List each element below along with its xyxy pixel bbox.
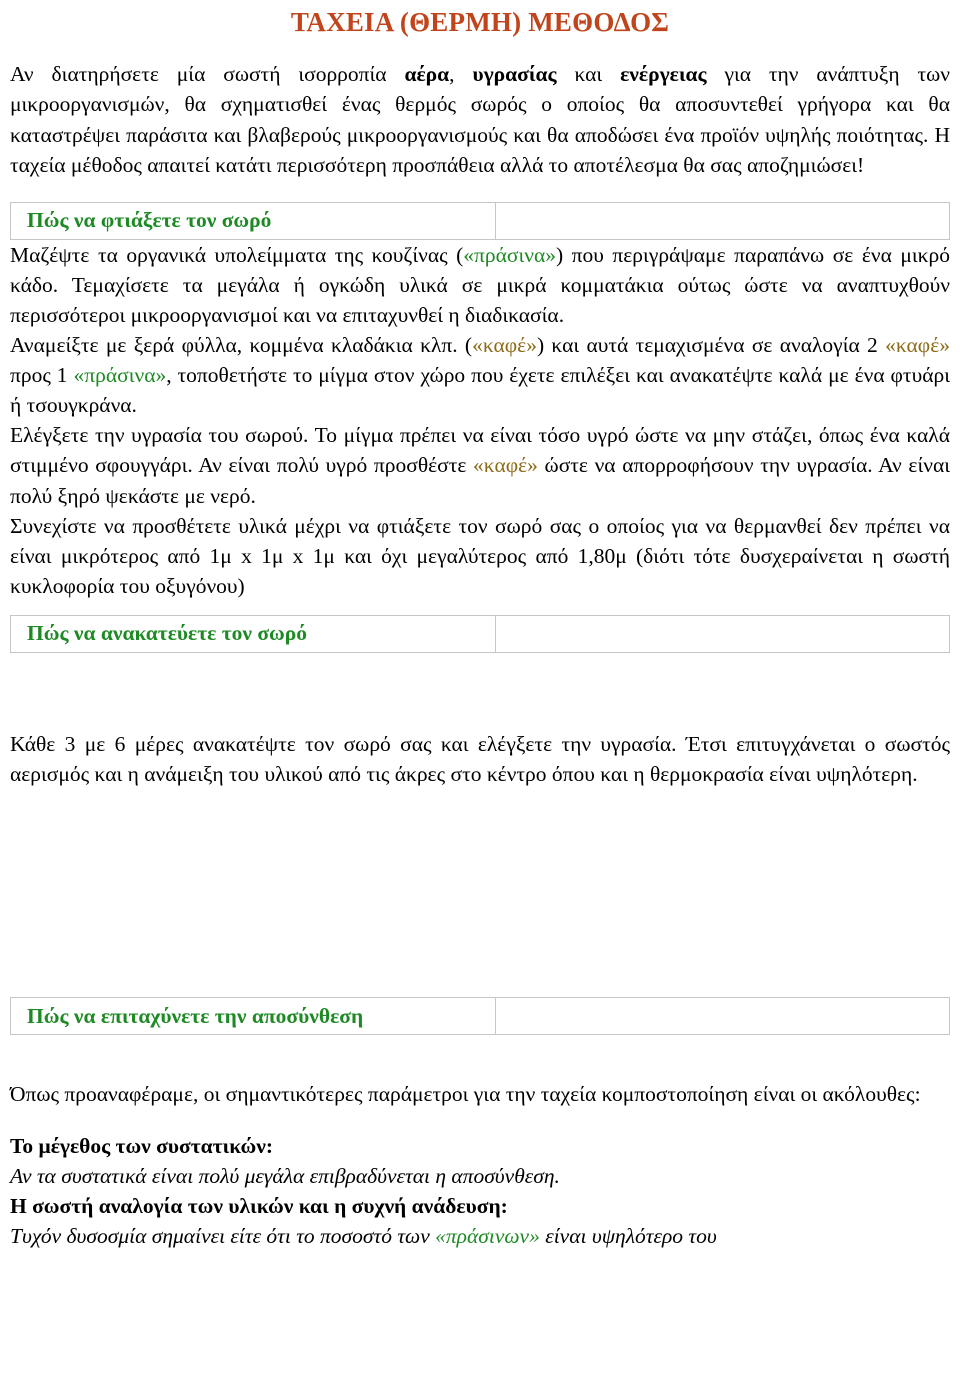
section-1-paragraph-3: Ελέγξετε την υγρασία του σωρού. Το μίγμα… [10,420,950,510]
intro-text-part2: , [449,62,473,87]
section-heading-empty-cell-3 [495,997,950,1036]
section-1-paragraph-1: Μαζέψτε τα οργανικά υπολείμματα της κουζ… [10,240,950,330]
section-heading-1: Πώς να φτιάξετε τον σωρό [27,208,272,233]
section-heading-2: Πώς να ανακατεύετε τον σωρό [27,621,308,646]
item-2-text-b: είναι υψηλότερο του [539,1224,717,1249]
section-heading-empty-cell-2 [495,614,950,653]
section-1-paragraph-4: Συνεχίστε να προσθέτετε υλικά μέχρι να φ… [10,513,950,598]
item-1-title: Το μέγεθος των συστατικών: [10,1134,273,1159]
spacer-before-section-1 [0,180,960,202]
s1p3-brown-kafe: «καφέ» [473,453,538,478]
table-row: Πώς να φτιάξετε τον σωρό [10,201,950,240]
section-heading-cell-1: Πώς να φτιάξετε τον σωρό [10,201,496,240]
page-title: ΤΑΧΕΙΑ (ΘΕΡΜΗ) ΜΕΘΟΔΟΣ [290,7,670,37]
section-3-paragraph-1: Όπως προαναφέραμε, οι σημαντικότερες παρ… [10,1082,921,1107]
section-heading-empty-cell-1 [495,201,950,240]
intro-paragraph: Αν διατηρήσετε μία σωστή ισορροπία αέρα,… [10,59,950,179]
item-1-text: Αν τα συστατικά είναι πολύ μεγάλα επιβρα… [10,1164,560,1189]
section-heading-cell-3: Πώς να επιταχύνετε την αποσύνθεση [10,997,496,1036]
s1p2-text-c: προς 1 [10,363,74,388]
item-2-green-prasinon: «πράσινων» [435,1224,540,1249]
spacer-after-section-3-heading [0,1035,960,1079]
section-2-paragraph-1: Κάθε 3 με 6 μέρες ανακατέψτε τον σωρό σα… [10,731,950,786]
section-3-items: Το μέγεθος των συστατικών: Αν τα συστατι… [10,1131,950,1251]
section-1-paragraph-2: Αναμείξτε με ξερά φύλλα, κομμένα κλαδάκι… [10,330,950,420]
item-2-text: Τυχόν δυσοσμία σημαίνει είτε ότι το ποσο… [10,1221,950,1251]
item-2-text-a: Τυχόν δυσοσμία σημαίνει είτε ότι το ποσο… [10,1224,436,1249]
s1p2-green-prasina: «πράσινα» [73,363,167,388]
s1p2-brown-kafe-2: «καφέ» [885,333,950,358]
item-2-title: Η σωστή αναλογία των υλικών και η συχνή … [10,1194,508,1219]
table-row: Πώς να ανακατεύετε τον σωρό [10,614,950,653]
spacer-before-section-2 [0,601,960,615]
section-heading-cell-2: Πώς να ανακατεύετε τον σωρό [10,614,496,653]
intro-bold-aera: αέρα [404,62,450,87]
spacer-before-section-3-extra [0,893,960,997]
section-3-body: Όπως προαναφέραμε, οι σημαντικότερες παρ… [10,1079,950,1109]
s1p2-text-a: Αναμείξτε με ξερά φύλλα, κομμένα κλαδάκι… [10,333,473,358]
intro-text-part1: Αν διατηρήσετε μία σωστή ισορροπία [10,62,405,87]
s1p1-text-a: Μαζέψτε τα οργανικά υπολείμματα της κουζ… [10,242,464,267]
s1p2-text-b: ) και αυτά τεμαχισμένα σε αναλογία 2 [536,333,886,358]
section-1-body: Μαζέψτε τα οργανικά υπολείμματα της κουζ… [10,240,950,601]
spacer-before-section-3 [0,789,960,893]
document-page: ΤΑΧΕΙΑ (ΘΕΡΜΗ) ΜΕΘΟΔΟΣ Αν διατηρήσετε μί… [0,6,960,1377]
section-heading-table-2: Πώς να ανακατεύετε τον σωρό [10,614,950,653]
s1p1-green-prasina: «πράσινα» [463,242,556,267]
intro-paragraph-block: Αν διατηρήσετε μία σωστή ισορροπία αέρα,… [10,59,950,179]
intro-bold-ygrasias: υγρασίας [472,62,557,87]
s1p2-brown-kafe-1: «καφέ» [472,333,537,358]
section-heading-table-3: Πώς να επιταχύνετε την αποσύνθεση [10,997,950,1036]
intro-text-part3: και [556,62,621,87]
section-heading-3: Πώς να επιταχύνετε την αποσύνθεση [27,1003,364,1028]
spacer-before-items [0,1109,960,1131]
section-heading-table-1: Πώς να φτιάξετε τον σωρό [10,201,950,240]
spacer-after-section-2-heading [0,653,960,729]
intro-bold-energeias: ενέργειας [620,62,707,87]
section-2-body: Κάθε 3 με 6 μέρες ανακατέψτε τον σωρό σα… [10,729,950,789]
table-row: Πώς να επιταχύνετε την αποσύνθεση [10,997,950,1036]
